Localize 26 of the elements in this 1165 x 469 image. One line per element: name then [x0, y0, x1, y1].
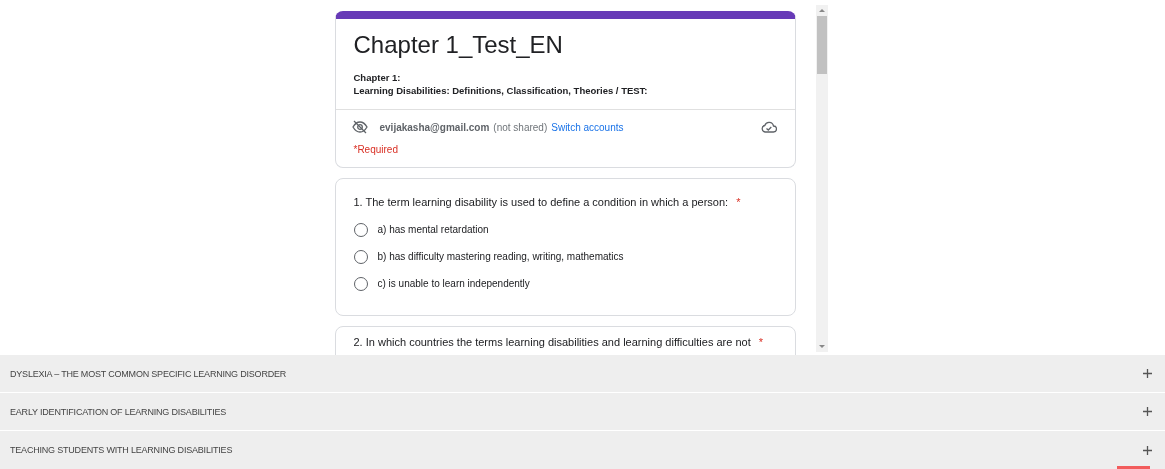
- accordion-header[interactable]: TEACHING STUDENTS WITH LEARNING DISABILITIES: [0, 431, 1165, 469]
- scroll-up-icon[interactable]: [818, 9, 825, 12]
- plus-icon: [1143, 445, 1152, 455]
- question-text: 2. In which countries the terms learning disabilities and learning difficulties are not: [353, 336, 751, 348]
- form-description: Learning Disabilities: Definitions, Classification, Theories / TEST:: [353, 84, 649, 97]
- sharing-status: (not shared): [493, 121, 548, 133]
- required-note: *Required: [352, 143, 399, 157]
- scrollbar[interactable]: [815, 5, 828, 352]
- plus-icon: [1143, 369, 1152, 378]
- plus-icon: [1143, 407, 1152, 416]
- scrollbar-thumb[interactable]: [816, 16, 827, 74]
- form-description: Chapter 1:: [353, 71, 402, 84]
- required-mark: *: [736, 196, 741, 208]
- cloud-check-icon: [760, 121, 777, 133]
- accordion-header[interactable]: EARLY IDENTIFICATION OF LEARNING DISABILITIES: [0, 393, 1165, 431]
- option-label: a) has mental retardation: [377, 224, 489, 235]
- required-mark: *: [758, 336, 764, 348]
- option-label: b) has difficulty mastering reading, writing, mathematics: [377, 251, 624, 262]
- scroll-down-icon[interactable]: [818, 345, 825, 348]
- accordion-header[interactable]: DYSLEXIA – THE MOST COMMON SPECIFIC LEARNING DISORDER: [0, 355, 1165, 393]
- switch-accounts-link[interactable]: Switch accounts: [551, 121, 624, 133]
- account-email: evijakasha@gmail.com: [379, 121, 490, 133]
- crossed-eye-icon: [351, 120, 368, 134]
- form-title: Chapter 1_Test_EN: [352, 30, 564, 59]
- question-text: 1. The term learning disability is used to define a condition in which a person:: [353, 196, 729, 208]
- option-label: c) is unable to learn independently: [377, 278, 530, 289]
